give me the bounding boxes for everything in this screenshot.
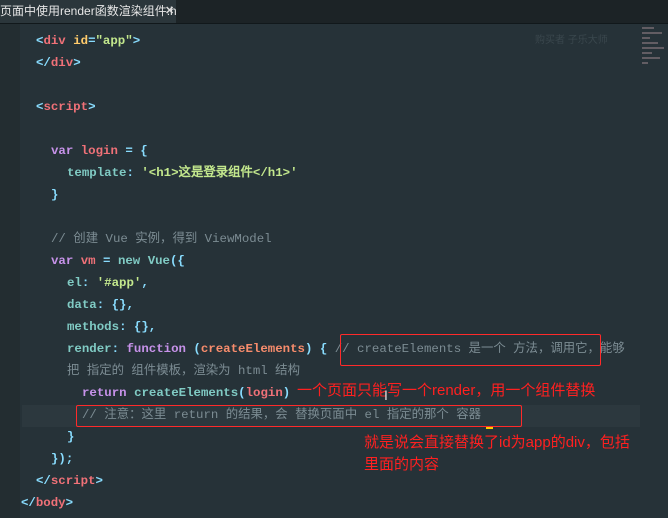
line-number-gutter — [0, 24, 20, 518]
code-token-punct: : {}, — [119, 320, 157, 334]
code-line: </body> — [21, 492, 73, 514]
code-token-kw: var — [51, 254, 81, 268]
code-token-str: '<h1>这是登录组件</h1>' — [141, 166, 298, 180]
code-token-prop: data — [67, 298, 97, 312]
code-token-punct: ) — [282, 386, 291, 400]
code-token-tag: body — [35, 496, 66, 510]
highlight-box-comment — [340, 334, 601, 366]
code-line: // 创建 Vue 实例，得到 ViewModel — [51, 228, 272, 250]
code-token-punct: = — [88, 34, 96, 48]
code-line: var vm = new Vue({ — [51, 250, 185, 272]
code-line: return createElements(login) — [82, 382, 290, 404]
code-token-prop: el — [67, 276, 82, 290]
code-token-prop: Vue — [147, 254, 170, 268]
code-token-tag: div — [43, 34, 66, 48]
code-token-prop: methods — [67, 320, 120, 334]
code-token-punct: > — [65, 496, 74, 510]
code-token-comment: // 创建 Vue 实例，得到 ViewModel — [51, 232, 272, 246]
code-token-punct: </ — [36, 56, 51, 70]
code-line: data: {}, — [67, 294, 134, 316]
highlight-box-note — [76, 405, 522, 427]
tab-bar: 在页面中使用render函数渲染组件.html ✕ — [0, 0, 668, 24]
code-token-var: vm — [80, 254, 96, 268]
code-token-tag: script — [50, 474, 96, 488]
annotation-replace-2: 里面的内容 — [364, 456, 440, 473]
file-tab[interactable]: 在页面中使用render函数渲染组件.html ✕ — [0, 0, 176, 23]
code-line: <div id="app"> — [36, 30, 140, 52]
code-line: methods: {}, — [67, 316, 156, 338]
code-line: }); — [51, 448, 73, 470]
code-token-punct: : — [111, 342, 127, 356]
mouse-ibeam-icon: I — [384, 387, 388, 403]
code-token-punct: > — [132, 34, 141, 48]
code-token-punct: } — [51, 188, 59, 202]
code-line: <script> — [36, 96, 96, 118]
code-token-punct: : — [81, 276, 97, 290]
code-token-punct: </ — [21, 496, 36, 510]
code-token-comment: 把 指定的 组件模板，渲染为 html 结构 — [67, 364, 300, 378]
code-token-punct: ({ — [170, 254, 185, 268]
code-token-param: createElements — [200, 342, 305, 356]
code-token-prop: createElements — [134, 386, 239, 400]
code-token-var: login — [80, 144, 118, 158]
watermark: 购买者 子乐大师 — [535, 35, 608, 46]
code-line: } — [51, 184, 58, 206]
code-token-attr: id — [73, 34, 89, 48]
code-token-tag: script — [43, 100, 89, 114]
close-icon[interactable]: ✕ — [165, 0, 174, 23]
minimap[interactable] — [640, 24, 668, 94]
code-line: </div> — [36, 52, 81, 74]
code-line: } — [67, 426, 74, 448]
code-token-punct: ( — [238, 386, 246, 400]
code-token-var: login — [245, 386, 283, 400]
annotation-render: 一个页面只能写一个render，用一个组件替换 — [297, 382, 596, 399]
code-line: var login = { — [51, 140, 148, 162]
text-cursor — [486, 427, 493, 429]
code-token-punct: }); — [51, 452, 74, 466]
code-token-kw: return — [82, 386, 135, 400]
code-token-punct: </ — [36, 474, 51, 488]
code-token-punct: : — [126, 166, 142, 180]
code-token-prop: template — [67, 166, 127, 180]
code-token-punct: = { — [117, 144, 148, 158]
code-line: 把 指定的 组件模板，渲染为 html 结构 — [67, 360, 300, 382]
code-token-tag: div — [50, 56, 74, 70]
code-line: el: '#app', — [67, 272, 149, 294]
code-token-kw: function — [126, 342, 194, 356]
code-token-str: '#app' — [96, 276, 142, 290]
code-token-punct: ) { — [304, 342, 335, 356]
code-token-punct: = — [95, 254, 118, 268]
code-token-punct: > — [73, 56, 81, 70]
code-line: template: '<h1>这是登录组件</h1>' — [67, 162, 298, 184]
code-token-prop: render — [67, 342, 112, 356]
code-token-punct: > — [88, 100, 96, 114]
code-line: </script> — [36, 470, 103, 492]
annotation-replace-1: 就是说会直接替换了id为app的div，包括 — [364, 434, 630, 451]
code-token-punct: > — [95, 474, 103, 488]
code-token-punct: } — [67, 430, 75, 444]
code-token-punct: ( — [193, 342, 201, 356]
code-token-str: "app" — [95, 34, 133, 48]
tab-title: 在页面中使用render函数渲染组件.html — [0, 4, 176, 18]
code-token-punct: , — [141, 276, 149, 290]
code-token-kw: var — [51, 144, 81, 158]
code-token-prop: new — [117, 254, 148, 268]
code-token-punct: : {}, — [96, 298, 134, 312]
